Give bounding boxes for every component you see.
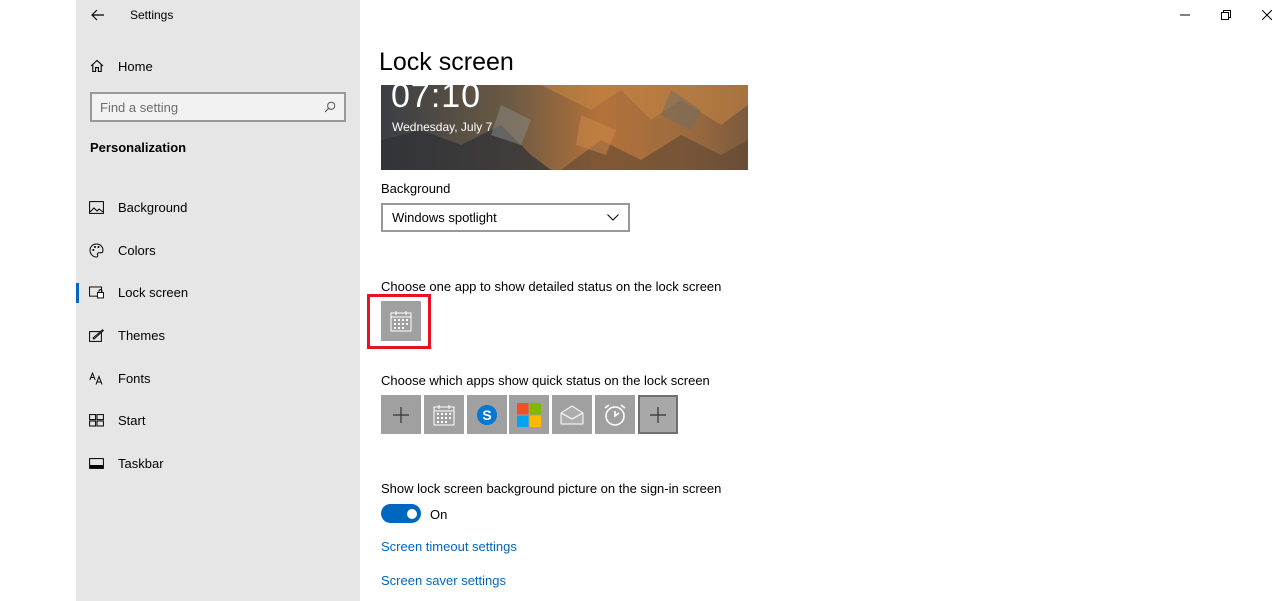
page-title: Lock screen: [379, 48, 514, 76]
minimize-icon: [1179, 14, 1190, 16]
restore-button[interactable]: [1205, 0, 1246, 30]
calendar-icon: [433, 404, 455, 425]
close-button[interactable]: [1246, 0, 1287, 30]
sidebar-item-colors[interactable]: Colors: [76, 229, 360, 272]
toggle-knob: [407, 508, 417, 519]
window-controls: [1164, 0, 1287, 30]
sidebar-item-lock-screen[interactable]: Lock screen: [76, 271, 360, 314]
quick-status-apps: S: [381, 395, 681, 434]
sidebar-item-background[interactable]: Background: [76, 186, 360, 229]
quick-status-slot[interactable]: [509, 395, 550, 434]
quick-status-slot[interactable]: [552, 395, 593, 434]
themes-icon: [89, 328, 104, 343]
sidebar-item-label: Taskbar: [118, 455, 164, 471]
signin-picture-label: Show lock screen background picture on t…: [381, 481, 722, 496]
app-title: Settings: [130, 8, 174, 22]
search-icon: [324, 101, 336, 113]
svg-text:S: S: [482, 407, 491, 423]
home-label: Home: [118, 58, 153, 74]
sidebar-item-taskbar[interactable]: Taskbar: [76, 442, 360, 485]
sidebar-item-label: Colors: [118, 242, 156, 258]
fonts-icon: [89, 371, 104, 386]
screen-saver-link[interactable]: Screen saver settings: [381, 573, 506, 588]
sidebar-item-label: Themes: [118, 327, 165, 343]
section-heading: Personalization: [90, 140, 187, 155]
home-icon: [90, 59, 104, 73]
main-content: Lock screen 07:10 Wednesday, July 7 Back…: [360, 0, 1287, 601]
search-input[interactable]: [100, 99, 324, 115]
quick-status-slot-add[interactable]: [637, 395, 678, 434]
preview-date: Wednesday, July 7: [392, 120, 493, 134]
preview-time: 07:10: [391, 85, 482, 115]
background-dropdown[interactable]: Windows spotlight: [381, 203, 630, 232]
sidebar-item-label: Lock screen: [118, 285, 189, 301]
sidebar-item-start[interactable]: Start: [76, 399, 360, 442]
microsoft-store-icon: [517, 402, 542, 427]
start-icon: [89, 413, 104, 428]
lock-screen-preview: 07:10 Wednesday, July 7: [381, 85, 748, 170]
skype-icon: S: [476, 404, 497, 425]
palette-icon: [89, 243, 104, 258]
quick-status-slot[interactable]: S: [466, 395, 507, 434]
desktop-margin: [0, 0, 76, 601]
signin-picture-toggle[interactable]: [381, 504, 421, 523]
taskbar-icon: [89, 456, 104, 471]
screen-timeout-link[interactable]: Screen timeout settings: [381, 539, 517, 554]
restore-icon: [1220, 10, 1231, 20]
sidebar-item-themes[interactable]: Themes: [76, 314, 360, 357]
lock-screen-icon: [89, 285, 104, 300]
search-box[interactable]: [90, 92, 346, 122]
quick-status-slot[interactable]: [594, 395, 635, 434]
quick-status-slot[interactable]: [381, 395, 421, 434]
chevron-down-icon: [607, 214, 619, 221]
sidebar-item-home[interactable]: Home: [90, 55, 153, 77]
detailed-status-label: Choose one app to show detailed status o…: [381, 279, 722, 294]
alarm-icon: [604, 403, 626, 426]
sidebar-item-label: Start: [118, 413, 146, 429]
background-dropdown-value: Windows spotlight: [392, 210, 497, 225]
highlight-box: [367, 294, 431, 349]
toggle-state-label: On: [430, 507, 448, 522]
quick-status-label: Choose which apps show quick status on t…: [381, 373, 710, 388]
quick-status-slot[interactable]: [423, 395, 464, 434]
sidebar-item-label: Background: [118, 199, 188, 215]
back-button[interactable]: [86, 4, 110, 26]
sidebar-nav: Background Colors Lock screen Themes Fon…: [76, 186, 360, 485]
image-icon: [89, 200, 104, 215]
sidebar-item-fonts[interactable]: Fonts: [76, 357, 360, 400]
plus-icon: [649, 406, 666, 423]
sidebar: Settings Home Personalization Background…: [76, 0, 360, 601]
close-icon: [1261, 10, 1272, 20]
sidebar-item-label: Fonts: [118, 370, 151, 386]
mail-icon: [560, 404, 584, 424]
back-arrow-icon: [91, 9, 104, 21]
background-label: Background: [381, 181, 451, 196]
minimize-button[interactable]: [1164, 0, 1205, 30]
plus-icon: [393, 406, 409, 423]
